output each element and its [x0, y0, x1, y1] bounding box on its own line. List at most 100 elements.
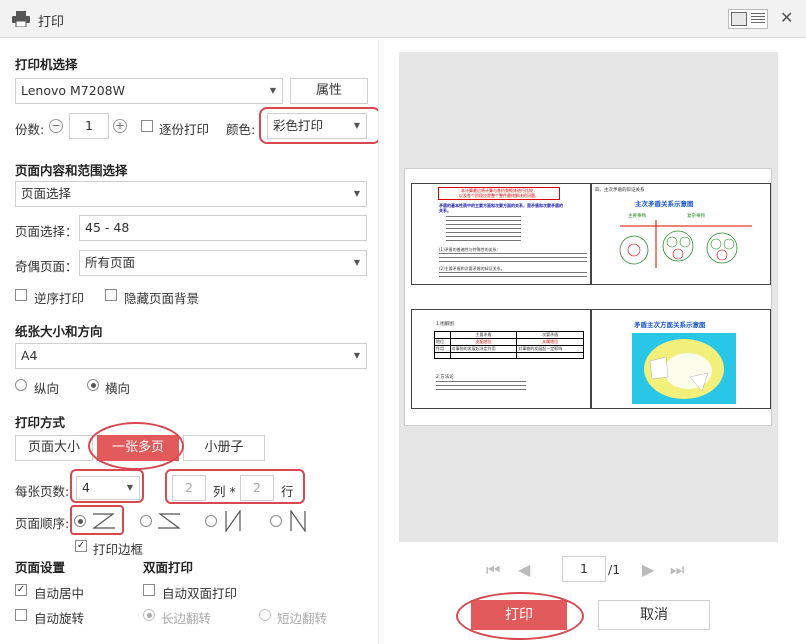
minus-icon[interactable]: −	[49, 119, 63, 133]
prev-page-icon[interactable]: ◀	[518, 560, 530, 579]
hide-bg-checkbox[interactable]	[105, 289, 117, 301]
center-checkbox[interactable]: ✓	[15, 584, 27, 596]
p3-heading: 1.图解图	[436, 322, 454, 327]
center-label: 自动居中	[34, 586, 85, 601]
p3-r1: 地位	[434, 338, 451, 346]
copies-value: 1	[85, 118, 93, 133]
p3-th2: 次要矛盾	[516, 331, 584, 339]
preview-page-4: 矛盾主次方面关系示意图	[591, 309, 771, 409]
p1-body-lines	[446, 216, 521, 244]
order-reverse-z-icon	[157, 511, 181, 534]
reverse-checkbox[interactable]	[15, 289, 27, 301]
rotate-checkbox[interactable]	[15, 609, 27, 621]
p3-cell	[434, 352, 451, 359]
window-title: 打印	[38, 15, 65, 30]
p1-red-line2: 以及各个阶段应是整个整件最终解决的问题。	[459, 193, 539, 198]
preview-page-1: 本计算最后将计算与各约束矩阵进行比较， 以及各个阶段应是整个整件最终解决的问题。…	[411, 183, 591, 285]
color-highlight	[259, 107, 381, 144]
p3-r1a: 支配地位	[449, 338, 518, 346]
print-highlight	[456, 592, 584, 640]
collate-checkbox[interactable]	[141, 120, 153, 132]
p1-note-lines	[439, 253, 587, 263]
p2-title: 主次矛盾关系示意图	[635, 200, 694, 208]
chevron-down-icon: ▼	[353, 189, 360, 198]
printer-select[interactable]: Lenovo M7208W ▼	[15, 78, 283, 104]
p1-note-lines-2	[439, 272, 587, 280]
last-page-icon[interactable]: ⏭	[670, 560, 684, 580]
per-sheet-label: 每张页数:	[15, 484, 70, 499]
long-edge-radio	[143, 609, 155, 621]
p1-blue-text: 矛盾的基本性质中的主要方面和次要方面的关系，是矛盾和次要矛盾的关系。	[439, 203, 563, 213]
p3-cell	[434, 331, 451, 339]
scope-select[interactable]: 页面选择 ▼	[15, 181, 367, 207]
pages-label: 页面选择：	[15, 224, 78, 239]
per-sheet-highlight	[70, 469, 144, 503]
order-highlight	[70, 505, 124, 535]
pages-input[interactable]: 45 - 48	[79, 215, 367, 241]
reverse-label: 逆序打印	[34, 291, 85, 306]
collate-label: 逐份打印	[159, 122, 210, 137]
p2-label-a: 主要事物	[628, 214, 646, 219]
settings-scrollbar[interactable]	[378, 40, 384, 644]
p3-th1: 主要矛盾	[449, 331, 518, 339]
paper-section-title: 纸张大小和方向	[15, 324, 103, 339]
paper-size-select[interactable]: A4 ▼	[15, 343, 367, 369]
p2-label-b: 复杂事物	[687, 214, 705, 219]
duplex-checkbox[interactable]	[143, 584, 155, 596]
p2-heading: 四、主次矛盾的辩证关系	[595, 188, 645, 193]
mode-section-title: 打印方式	[15, 415, 66, 430]
order-label: 页面顺序:	[15, 516, 70, 531]
p1-red-box: 本计算最后将计算与各约束矩阵进行比较， 以及各个阶段应是整个整件最终解决的问题。	[438, 187, 560, 200]
oddeven-value: 所有页面	[85, 255, 136, 270]
p4-diagram	[632, 333, 736, 404]
preview-page-2: 四、主次矛盾的辩证关系 主次矛盾关系示意图 主要事物 复杂事物	[591, 183, 771, 285]
printer-section-title: 打印机选择	[15, 57, 78, 72]
list-view-icon[interactable]	[731, 12, 747, 26]
p3-r2b: 对事物的发展起一定影响	[516, 345, 584, 353]
p1-note-2: (2)主要矛盾和次要矛盾的辩证关系。	[439, 266, 505, 271]
p3-cell	[516, 352, 584, 359]
next-page-icon[interactable]: ▶	[642, 560, 654, 579]
border-checkbox[interactable]: ✓	[75, 540, 87, 552]
p4-title: 矛盾主次方面关系示意图	[634, 321, 706, 329]
copies-input[interactable]: 1	[69, 113, 109, 139]
order-reverse-z-radio[interactable]	[140, 515, 152, 527]
order-n-radio[interactable]	[205, 515, 217, 527]
page-settings-title: 页面设置	[15, 560, 66, 575]
long-edge-label: 长边翻转	[161, 611, 212, 626]
color-label: 颜色:	[226, 122, 256, 137]
view-toggle[interactable]	[728, 9, 768, 29]
duplex-title: 双面打印	[143, 560, 194, 575]
landscape-radio[interactable]	[87, 379, 99, 391]
printer-name: Lenovo M7208W	[21, 83, 125, 98]
title-bar: 打印 ✕	[0, 0, 806, 38]
close-icon[interactable]: ✕	[780, 8, 793, 27]
first-page-icon[interactable]: ⏮	[486, 560, 500, 580]
p3-r2: 作用	[434, 345, 451, 353]
p1-note-1: (1)矛盾的普遍性与特殊性的关系：	[439, 247, 501, 252]
p3-note-lines	[436, 381, 526, 390]
short-edge-label: 短边翻转	[277, 611, 328, 626]
plus-icon[interactable]: +	[113, 119, 127, 133]
rotate-label: 自动旋转	[34, 611, 85, 626]
portrait-radio[interactable]	[15, 379, 27, 391]
preview-panel: 本计算最后将计算与各约束矩阵进行比较， 以及各个阶段应是整个整件最终解决的问题。…	[399, 52, 778, 542]
chevron-down-icon: ▼	[353, 351, 360, 360]
oddeven-select[interactable]: 所有页面 ▼	[79, 250, 367, 276]
cancel-button[interactable]: 取消	[598, 600, 710, 630]
preview-page-3: 1.图解图 主要矛盾 次要矛盾 地位 支配地位 从属地位 作用 对事物的发展起决定作用对…	[411, 309, 591, 409]
order-reverse-n-radio[interactable]	[270, 515, 282, 527]
scope-value: 页面选择	[21, 186, 72, 201]
short-edge-radio	[259, 609, 271, 621]
grid-highlight	[165, 469, 305, 504]
page-input[interactable]: 1	[562, 556, 606, 582]
detail-view-icon[interactable]	[751, 13, 765, 25]
portrait-label: 纵向	[34, 381, 60, 396]
tab-booklet[interactable]: 小册子	[183, 435, 265, 461]
tab-page-size[interactable]: 页面大小	[15, 435, 93, 461]
order-reverse-n-icon	[288, 509, 308, 535]
preview-sheet: 本计算最后将计算与各约束矩阵进行比较， 以及各个阶段应是整个整件最终解决的问题。…	[404, 168, 772, 426]
properties-button[interactable]: 属性	[290, 78, 368, 104]
copies-label: 份数:	[15, 122, 45, 137]
duplex-label: 自动双面打印	[162, 586, 238, 601]
